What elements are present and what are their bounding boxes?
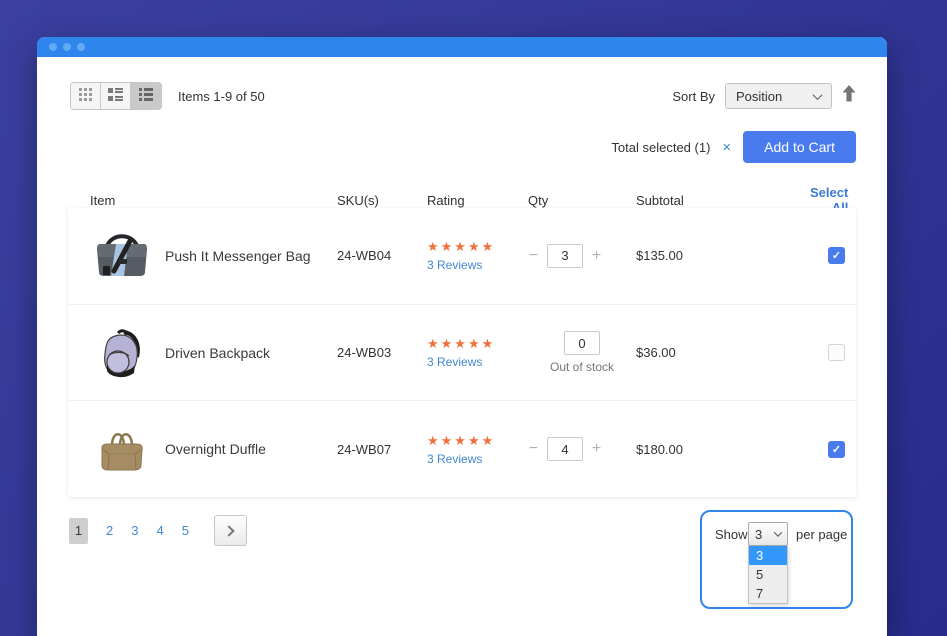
list-view-icon — [139, 88, 153, 104]
table-row: Driven Backpack 24-WB03 ★★★★★ 3 Reviews … — [68, 304, 856, 401]
product-name[interactable]: Push It Messenger Bag — [165, 248, 337, 264]
chevron-down-icon — [774, 528, 782, 536]
desktop-background: Items 1-9 of 50 Sort By Position Total s… — [0, 0, 947, 636]
page-link-3[interactable]: 3 — [126, 523, 143, 538]
window-control-dot[interactable] — [63, 43, 71, 51]
product-image-duffle[interactable] — [68, 422, 165, 476]
column-header-item: Item — [68, 193, 165, 208]
clear-selection-button[interactable]: × — [722, 140, 731, 155]
page-link-5[interactable]: 5 — [177, 523, 194, 538]
qty-increase-button[interactable]: + — [591, 440, 602, 458]
arrow-up-icon — [842, 85, 856, 107]
product-name[interactable]: Driven Backpack — [165, 345, 337, 361]
items-count: Items 1-9 of 50 — [178, 89, 265, 104]
checkbox-cell: ✓ — [810, 441, 856, 458]
sort-by-select[interactable]: Position — [725, 83, 832, 109]
next-page-button[interactable] — [214, 515, 247, 546]
show-label: Show — [715, 527, 748, 542]
selection-bar: Total selected (1) × Add to Cart — [611, 131, 856, 163]
star-rating-icons: ★★★★★ — [427, 433, 528, 449]
qty-cell: − + — [528, 244, 636, 268]
rating-cell: ★★★★★ 3 Reviews — [427, 433, 528, 466]
row-checkbox-checked[interactable]: ✓ — [828, 247, 845, 264]
rating-cell: ★★★★★ 3 Reviews — [427, 336, 528, 369]
window-titlebar — [37, 37, 887, 57]
add-to-cart-button[interactable]: Add to Cart — [743, 131, 856, 163]
row-checkbox-checked[interactable]: ✓ — [828, 441, 845, 458]
qty-input[interactable] — [547, 244, 583, 268]
total-selected-label: Total selected (1) — [611, 140, 710, 155]
reviews-link[interactable]: 3 Reviews — [427, 258, 528, 272]
stock-status: Out of stock — [550, 360, 614, 374]
per-page-option-3[interactable]: 3 — [749, 546, 787, 565]
subtotal-value: $36.00 — [636, 345, 810, 360]
qty-cell: Out of stock — [528, 331, 636, 374]
per-page-option-7[interactable]: 7 — [749, 584, 787, 603]
grid-extended-view-icon — [108, 88, 123, 104]
checkbox-cell: ✓ — [810, 247, 856, 264]
per-page-option-5[interactable]: 5 — [749, 565, 787, 584]
chevron-down-icon — [813, 90, 823, 100]
qty-input[interactable] — [564, 331, 600, 355]
check-icon: ✓ — [832, 249, 841, 262]
window-control-dot[interactable] — [49, 43, 57, 51]
page-current: 1 — [69, 518, 88, 544]
per-page-select[interactable]: 3 — [748, 522, 788, 546]
checkbox-cell — [810, 344, 856, 361]
sort-group: Sort By Position — [672, 83, 856, 109]
window-control-dot[interactable] — [77, 43, 85, 51]
pagination: 1 2 3 4 5 — [69, 515, 247, 546]
app-window: Items 1-9 of 50 Sort By Position Total s… — [37, 37, 887, 636]
table-header: Item SKU(s) Rating Qty Subtotal Select A… — [68, 185, 856, 205]
star-rating-icons: ★★★★★ — [427, 239, 528, 255]
column-header-qty: Qty — [528, 193, 636, 208]
qty-increase-button[interactable]: + — [591, 247, 602, 265]
qty-cell: − + — [528, 437, 636, 461]
chevron-right-icon — [223, 525, 234, 536]
page-link-2[interactable]: 2 — [101, 523, 118, 538]
column-header-subtotal: Subtotal — [636, 193, 810, 208]
reviews-link[interactable]: 3 Reviews — [427, 452, 528, 466]
qty-decrease-button[interactable]: − — [528, 440, 539, 458]
product-image-messenger-bag[interactable] — [68, 229, 165, 283]
sort-by-value: Position — [736, 89, 782, 104]
list-view-button[interactable] — [131, 83, 161, 109]
product-name[interactable]: Overnight Duffle — [165, 441, 337, 457]
column-header-rating: Rating — [427, 193, 528, 208]
subtotal-value: $135.00 — [636, 248, 810, 263]
grid-view-icon — [79, 88, 92, 104]
grid-view-button[interactable] — [71, 83, 101, 109]
subtotal-value: $180.00 — [636, 442, 810, 457]
table-row: Overnight Duffle 24-WB07 ★★★★★ 3 Reviews… — [68, 400, 856, 497]
per-page-options-dropdown: 3 5 7 — [748, 546, 788, 604]
product-sku: 24-WB07 — [337, 442, 427, 457]
sort-direction-ascending-button[interactable] — [842, 85, 856, 107]
star-rating-icons: ★★★★★ — [427, 336, 528, 352]
row-checkbox-unchecked[interactable] — [828, 344, 845, 361]
qty-input[interactable] — [547, 437, 583, 461]
per-page-value: 3 — [755, 527, 762, 542]
per-page-widget: Show 3 per page 3 5 7 — [700, 510, 853, 609]
sort-by-label: Sort By — [672, 89, 715, 104]
rating-cell: ★★★★★ 3 Reviews — [427, 239, 528, 272]
per-page-label: per page — [796, 527, 847, 542]
page-link-4[interactable]: 4 — [151, 523, 168, 538]
product-sku: 24-WB04 — [337, 248, 427, 263]
product-sku: 24-WB03 — [337, 345, 427, 360]
reviews-link[interactable]: 3 Reviews — [427, 355, 528, 369]
product-image-backpack[interactable] — [68, 325, 165, 381]
qty-decrease-button[interactable]: − — [528, 247, 539, 265]
product-table: Push It Messenger Bag 24-WB04 ★★★★★ 3 Re… — [68, 208, 856, 497]
table-row: Push It Messenger Bag 24-WB04 ★★★★★ 3 Re… — [68, 208, 856, 304]
grid-extended-view-button[interactable] — [101, 83, 131, 109]
column-header-sku: SKU(s) — [337, 193, 427, 208]
check-icon: ✓ — [832, 443, 841, 456]
view-mode-switcher — [70, 82, 162, 110]
